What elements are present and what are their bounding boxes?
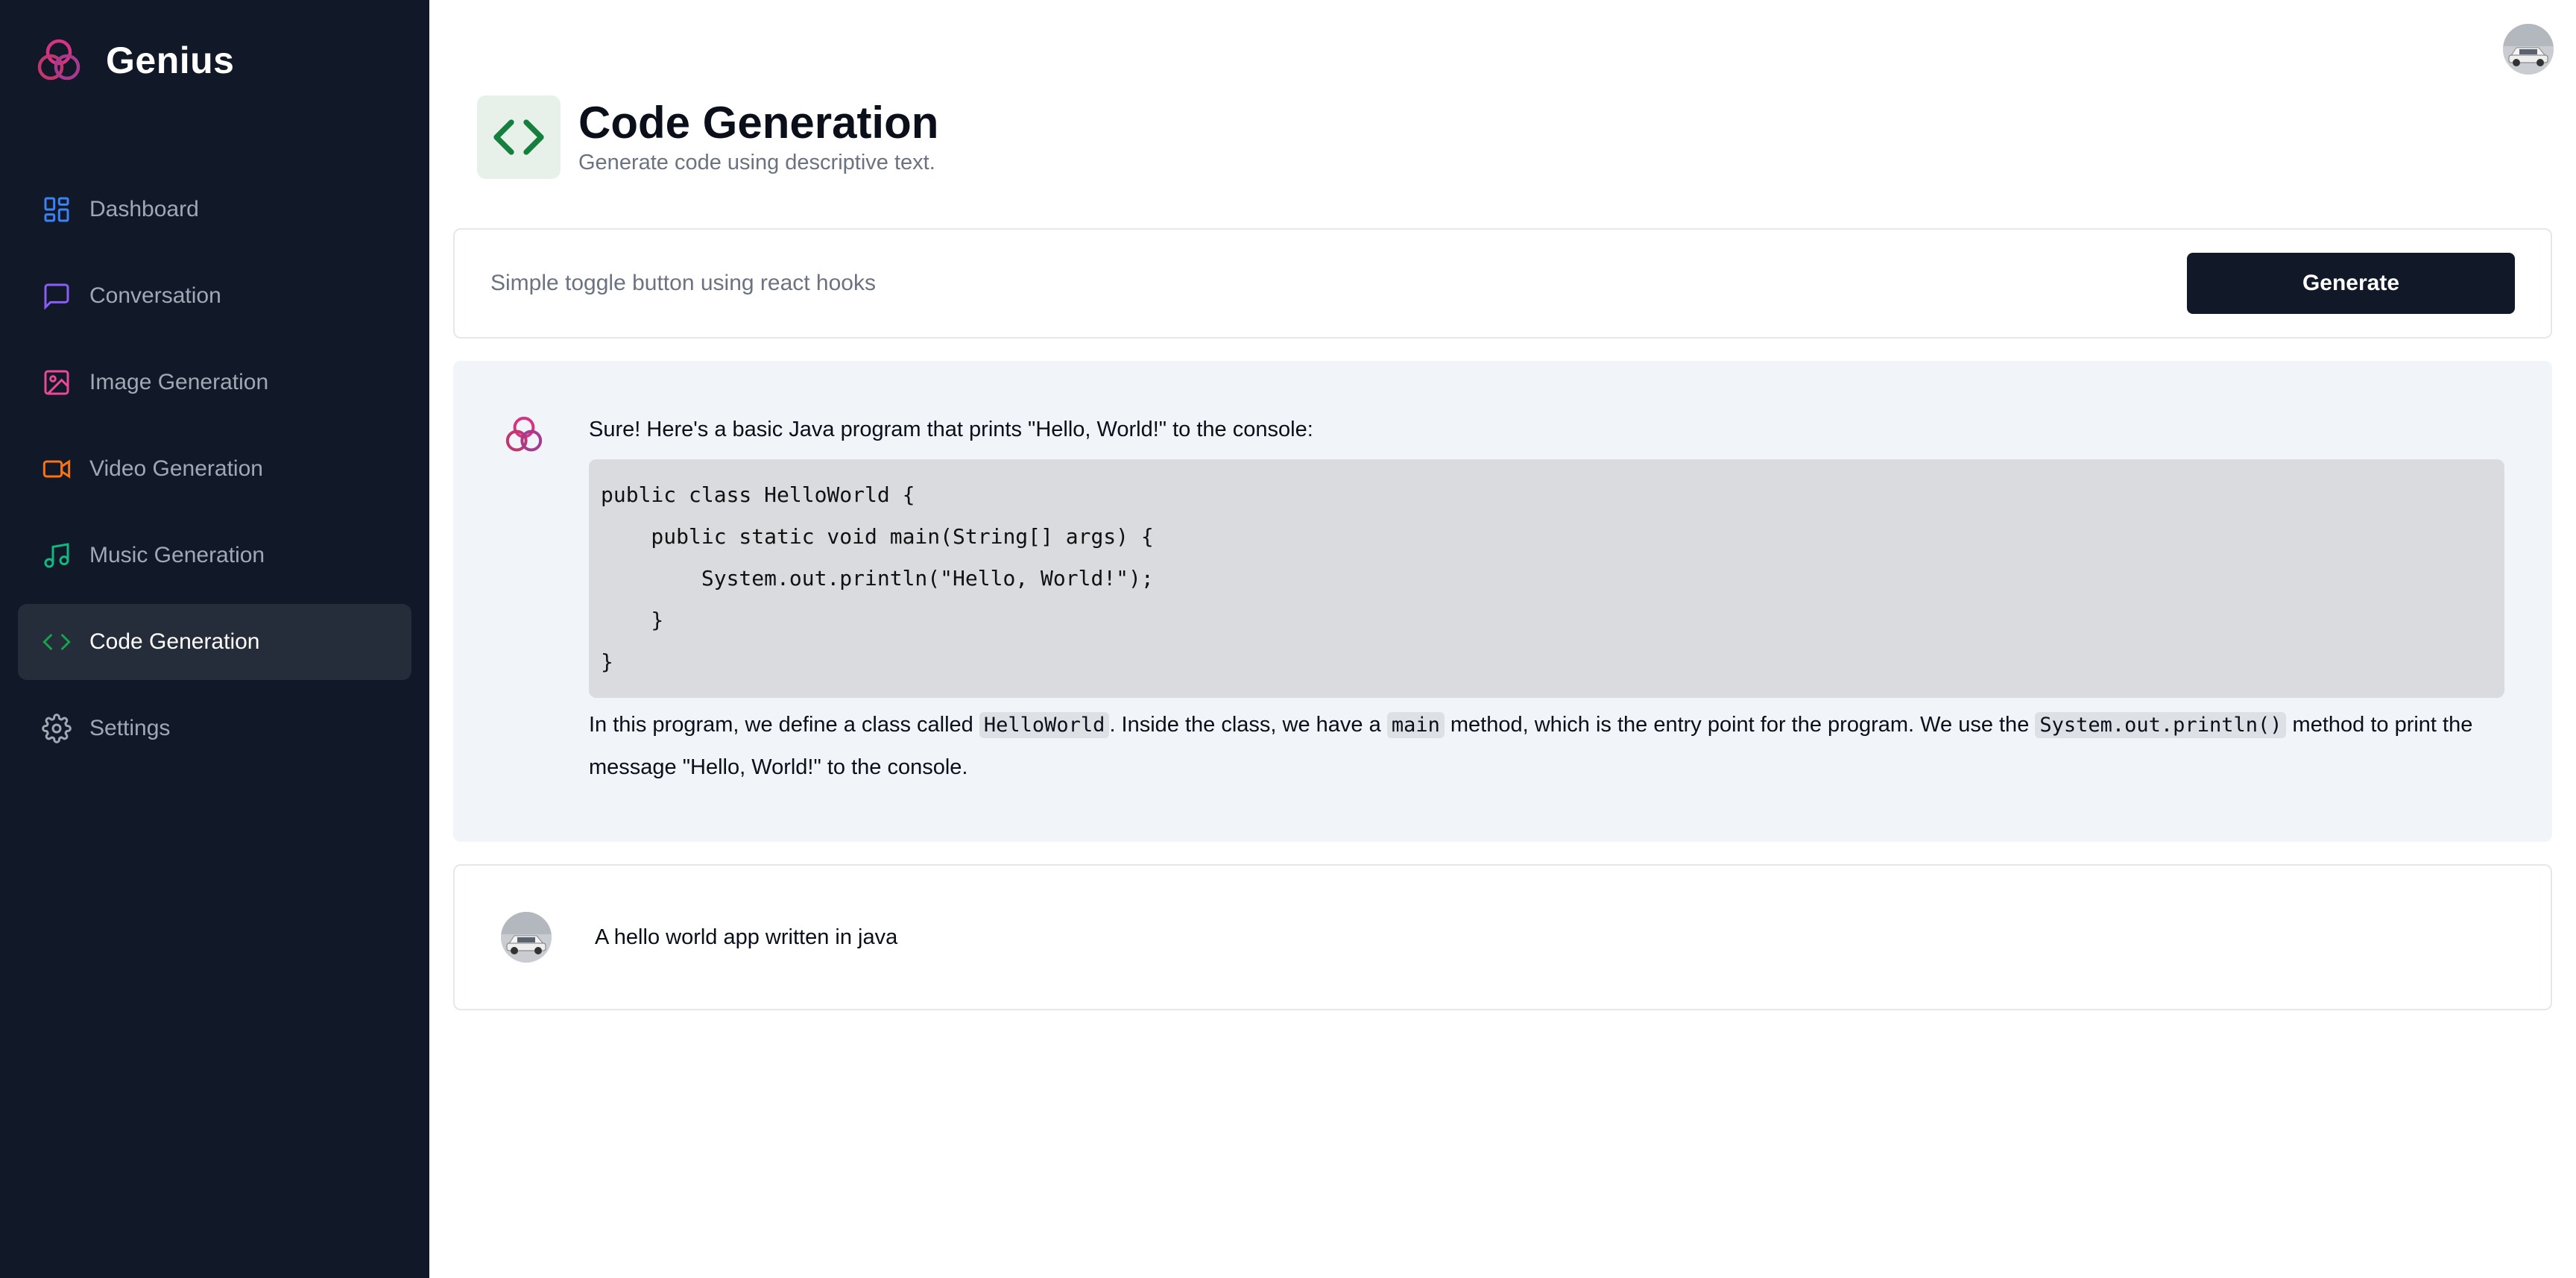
explanation-text: . Inside the class, we have a: [1109, 713, 1387, 737]
bot-message-body: Sure! Here's a basic Java program that p…: [589, 409, 2504, 788]
three-circles-logo-icon: [33, 34, 85, 86]
prompt-input[interactable]: [490, 271, 2130, 296]
explanation-text: method, which is the entry point for the…: [1444, 713, 2036, 737]
generate-button[interactable]: Generate: [2187, 253, 2515, 314]
inline-code: HelloWorld: [979, 712, 1110, 738]
sidebar-item-label: Conversation: [89, 283, 221, 308]
sidebar-nav: Dashboard Conversation Image Generation …: [18, 171, 411, 767]
app-root: Genius Dashboard Conversation Image Gene…: [0, 0, 2576, 1278]
message-list: Sure! Here's a basic Java program that p…: [453, 361, 2552, 1010]
sidebar-item-video-generation[interactable]: Video Generation: [18, 431, 411, 507]
sidebar-item-settings[interactable]: Settings: [18, 690, 411, 767]
dashboard-icon: [42, 195, 72, 224]
explanation-text: In this program, we define a class calle…: [589, 713, 979, 737]
sidebar-item-music-generation[interactable]: Music Generation: [18, 517, 411, 594]
sidebar-item-label: Dashboard: [89, 197, 199, 221]
sidebar-item-code-generation[interactable]: Code Generation: [18, 604, 411, 680]
code-icon: [477, 95, 561, 179]
prompt-form: Generate: [453, 228, 2552, 339]
car-photo-icon: [2503, 24, 2554, 75]
code-block: public class HelloWorld { public static …: [589, 459, 2504, 698]
user-message: A hello world app written in java: [453, 864, 2552, 1010]
gear-icon: [42, 714, 72, 743]
page-title: Code Generation: [578, 98, 939, 148]
user-avatar[interactable]: [2503, 24, 2554, 75]
heading-text: Code Generation Generate code using desc…: [578, 99, 938, 175]
car-photo-icon: [501, 912, 552, 963]
bot-explanation: In this program, we define a class calle…: [589, 704, 2504, 788]
bot-message: Sure! Here's a basic Java program that p…: [453, 361, 2552, 842]
brand-name: Genius: [106, 40, 235, 81]
user-message-avatar: [501, 912, 552, 963]
sidebar-item-label: Code Generation: [89, 629, 260, 654]
user-message-text: A hello world app written in java: [595, 925, 898, 949]
sidebar-item-label: Settings: [89, 716, 171, 740]
image-icon: [42, 368, 72, 397]
bot-avatar-icon: [501, 412, 547, 458]
sidebar-item-label: Video Generation: [89, 456, 263, 481]
page-subtitle: Generate code using descriptive text.: [578, 151, 935, 174]
sidebar-item-label: Image Generation: [89, 370, 269, 394]
main-content: Code Generation Generate code using desc…: [429, 0, 2576, 1278]
sidebar-item-label: Music Generation: [89, 543, 265, 567]
sidebar-item-dashboard[interactable]: Dashboard: [18, 171, 411, 248]
chat-icon: [42, 281, 72, 311]
inline-code: System.out.println(): [2035, 712, 2287, 738]
inline-code: main: [1386, 712, 1445, 738]
sidebar-item-conversation[interactable]: Conversation: [18, 258, 411, 334]
sidebar: Genius Dashboard Conversation Image Gene…: [0, 0, 429, 1278]
brand[interactable]: Genius: [18, 0, 411, 121]
music-icon: [42, 541, 72, 570]
bot-intro-text: Sure! Here's a basic Java program that p…: [589, 418, 1313, 441]
page-heading: Code Generation Generate code using desc…: [477, 95, 2552, 179]
sidebar-item-image-generation[interactable]: Image Generation: [18, 344, 411, 421]
code-icon: [42, 627, 72, 657]
video-icon: [42, 454, 72, 484]
